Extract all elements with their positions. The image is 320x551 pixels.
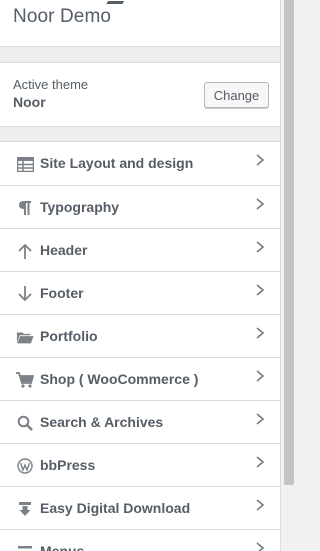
- search-icon: [16, 414, 34, 432]
- back-arrow-fragment[interactable]: [106, 0, 130, 4]
- menu-item-site-layout[interactable]: Site Layout and design: [0, 142, 280, 185]
- menu-item-label: Site Layout and design: [40, 155, 194, 171]
- scrollbar-thumb[interactable]: [284, 0, 294, 485]
- arrow-up-icon: [16, 242, 34, 260]
- arrow-down-icon: [16, 285, 34, 303]
- menu-item-portfolio[interactable]: Portfolio: [0, 314, 280, 357]
- chevron-right-icon: [256, 499, 265, 511]
- chevron-right-icon: [256, 284, 265, 296]
- menu-item-footer[interactable]: Footer: [0, 271, 280, 314]
- download-icon: [16, 500, 34, 518]
- chevron-right-icon: [256, 413, 265, 425]
- chevron-right-icon: [256, 456, 265, 468]
- menu-item-easy-digital-download[interactable]: Easy Digital Download: [0, 486, 280, 529]
- chevron-right-icon: [256, 154, 265, 166]
- menu-item-label: Portfolio: [40, 328, 98, 344]
- menu-icon: [16, 543, 34, 551]
- folder-open-icon: [16, 328, 34, 346]
- menu-item-label: Shop ( WooCommerce ): [40, 371, 199, 387]
- menu-item-label: Header: [40, 242, 88, 258]
- scrollbar[interactable]: [282, 0, 298, 551]
- menu-item-typography[interactable]: Typography: [0, 185, 280, 228]
- chevron-right-icon: [256, 198, 265, 210]
- active-theme-section: Active theme Noor Change: [0, 63, 280, 125]
- menu-item-label: bbPress: [40, 457, 96, 473]
- table-icon: [16, 155, 34, 173]
- chevron-right-icon: [256, 370, 265, 382]
- cart-icon: [16, 371, 34, 389]
- menu-item-bbpress[interactable]: bbPress: [0, 443, 280, 486]
- menu-item-label: Search & Archives: [40, 414, 164, 430]
- menu-item-label: Footer: [40, 285, 84, 301]
- chevron-right-icon: [256, 327, 265, 339]
- section-divider: [0, 46, 280, 63]
- change-theme-button[interactable]: Change: [204, 82, 269, 108]
- menu-item-label: Easy Digital Download: [40, 500, 191, 516]
- site-title: Noor Demo: [13, 6, 112, 27]
- menu-item-shop[interactable]: Shop ( WooCommerce ): [0, 357, 280, 400]
- menu-item-label: Menus: [40, 543, 85, 551]
- wordpress-icon: [16, 457, 34, 475]
- customizer-menu: Site Layout and design Typography Header: [0, 142, 280, 551]
- paragraph-icon: [16, 199, 34, 217]
- active-theme-name: Noor: [13, 94, 46, 110]
- section-divider: [0, 126, 280, 142]
- customizer-panel: Noor Demo Active theme Noor Change Site …: [0, 0, 281, 551]
- menu-item-menus[interactable]: Menus: [0, 529, 280, 551]
- menu-item-label: Typography: [40, 199, 120, 215]
- active-theme-label: Active theme: [13, 77, 89, 92]
- menu-item-search-archives[interactable]: Search & Archives: [0, 400, 280, 443]
- chevron-right-icon: [256, 542, 265, 551]
- menu-item-header[interactable]: Header: [0, 228, 280, 271]
- chevron-right-icon: [256, 241, 265, 253]
